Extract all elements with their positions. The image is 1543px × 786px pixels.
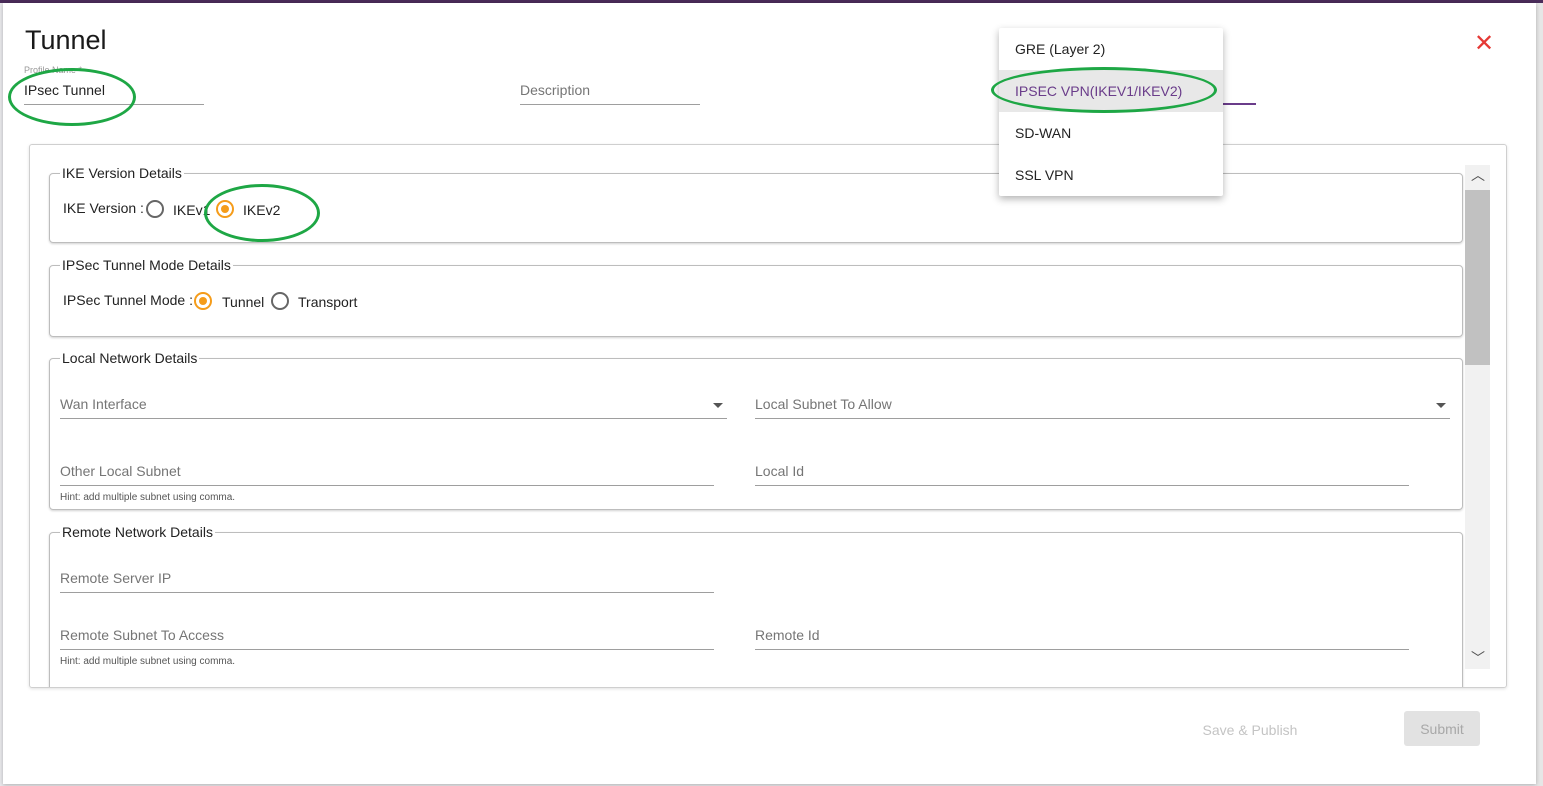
save-publish-button[interactable]: Save & Publish	[1190, 716, 1310, 742]
background-page	[1536, 3, 1543, 786]
profile-name-input[interactable]: IPsec Tunnel	[24, 75, 204, 105]
other-local-subnet-placeholder: Other Local Subnet	[60, 463, 181, 479]
remote-id-placeholder: Remote Id	[755, 627, 820, 643]
description-placeholder: Description	[520, 82, 591, 98]
dialog-title: Tunnel	[25, 25, 107, 55]
scroll-down-icon[interactable]: ﹀	[1470, 650, 1486, 666]
menu-item-gre[interactable]: GRE (Layer 2)	[999, 28, 1223, 70]
transport-radio[interactable]	[271, 292, 289, 310]
chevron-down-icon	[1436, 403, 1446, 408]
remote-subnet-access-placeholder: Remote Subnet To Access	[60, 627, 224, 643]
remote-server-ip-input[interactable]: Remote Server IP	[60, 563, 714, 593]
description-input[interactable]: Description	[520, 75, 700, 105]
menu-item-ssl-vpn[interactable]: SSL VPN	[999, 154, 1223, 196]
scroll-up-icon[interactable]: ︿	[1470, 167, 1486, 183]
menu-item-ipsec-vpn[interactable]: IPSEC VPN(IKEV1/IKEV2)	[999, 70, 1223, 112]
local-network-section: Local Network Details	[49, 350, 1463, 510]
remote-network-legend: Remote Network Details	[62, 524, 213, 540]
remote-server-ip-placeholder: Remote Server IP	[60, 570, 172, 586]
wan-interface-placeholder: Wan Interface	[60, 396, 147, 412]
local-subnet-hint: Hint: add multiple subnet using comma.	[60, 492, 236, 503]
ikev1-label: IKEv1	[173, 202, 211, 218]
other-local-subnet-input[interactable]: Other Local Subnet	[60, 456, 714, 486]
scrollbar-thumb[interactable]	[1465, 190, 1490, 365]
chevron-down-icon	[713, 403, 723, 408]
profile-name-label: Profile Name *	[24, 65, 83, 75]
local-network-legend: Local Network Details	[62, 350, 198, 366]
ipsec-mode-legend: IPSec Tunnel Mode Details	[62, 257, 231, 273]
submit-button[interactable]: Submit	[1404, 711, 1480, 746]
ikev2-label: IKEv2	[243, 202, 281, 218]
profile-name-value: IPsec Tunnel	[24, 82, 105, 98]
ipsec-mode-label: IPSec Tunnel Mode :	[63, 292, 193, 308]
local-subnet-allow-select[interactable]: Local Subnet To Allow	[755, 389, 1450, 419]
transport-label: Transport	[298, 294, 358, 310]
remote-subnet-access-input[interactable]: Remote Subnet To Access	[60, 620, 714, 650]
ike-version-legend: IKE Version Details	[62, 165, 182, 181]
local-subnet-allow-placeholder: Local Subnet To Allow	[755, 396, 892, 412]
remote-subnet-hint: Hint: add multiple subnet using comma.	[60, 656, 236, 667]
ike-version-label: IKE Version :	[63, 200, 144, 216]
close-icon[interactable]: ✕	[1473, 32, 1495, 56]
tunnel-dialog: Tunnel ✕ Profile Name * IPsec Tunnel Des…	[3, 3, 1536, 784]
remote-network-section: Remote Network Details	[49, 524, 1463, 687]
remote-id-input[interactable]: Remote Id	[755, 620, 1409, 650]
tunnel-label: Tunnel	[222, 294, 265, 310]
wan-interface-select[interactable]: Wan Interface	[60, 389, 727, 419]
ikev2-radio[interactable]	[216, 200, 234, 218]
menu-item-sd-wan[interactable]: SD-WAN	[999, 112, 1223, 154]
local-id-input[interactable]: Local Id	[755, 456, 1409, 486]
ikev1-radio[interactable]	[146, 200, 164, 218]
local-id-placeholder: Local Id	[755, 463, 805, 479]
tunnel-type-menu: GRE (Layer 2) IPSEC VPN(IKEV1/IKEV2) SD-…	[999, 28, 1223, 196]
tunnel-radio[interactable]	[194, 292, 212, 310]
settings-card: IKE Version Details IKE Version : IKEv1 …	[29, 144, 1507, 688]
